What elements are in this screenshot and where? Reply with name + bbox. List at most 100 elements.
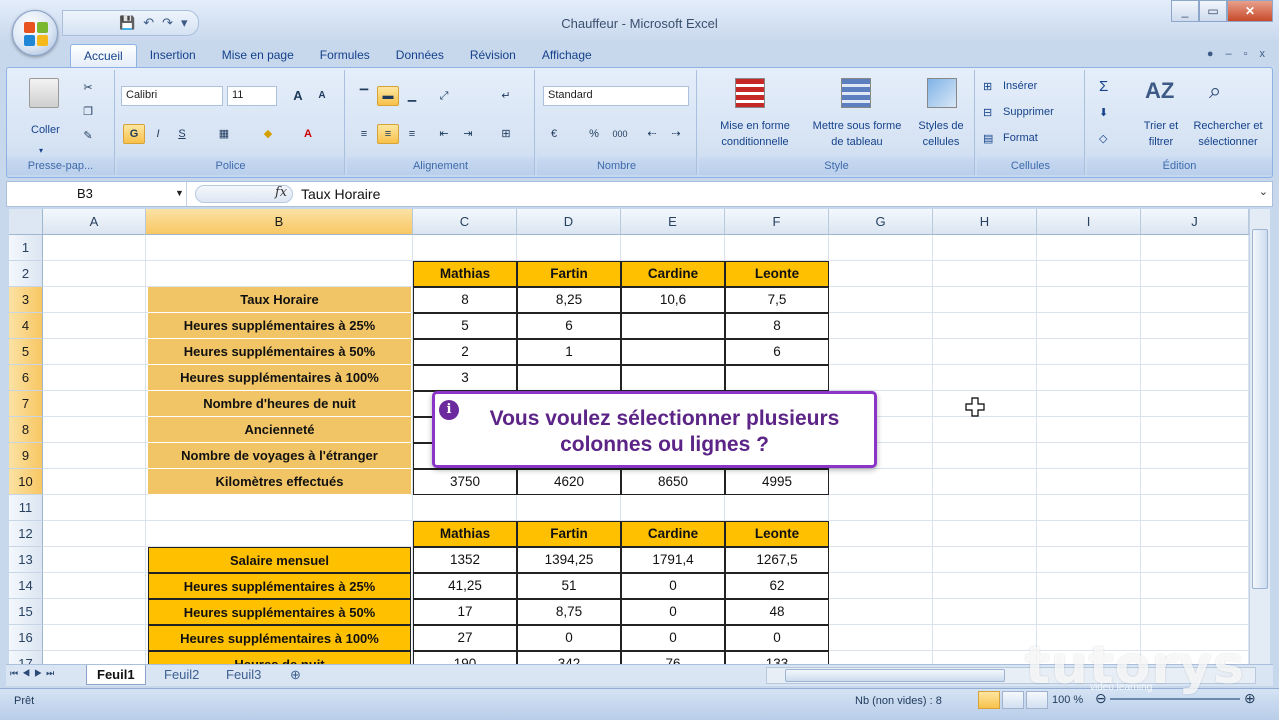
fill-color-icon[interactable]: ◆	[257, 124, 279, 144]
sheet-tab-feuil3[interactable]: Feuil3	[216, 665, 271, 685]
row-header-10[interactable]: 10	[9, 469, 43, 495]
grow-font-button[interactable]: A	[287, 86, 309, 106]
row-label-cell[interactable]: Heures supplémentaires à 50%	[148, 599, 411, 625]
table-header-cell[interactable]: Cardine	[621, 521, 725, 547]
align-center-icon[interactable]: ≡	[377, 124, 399, 144]
table-value-cell[interactable]: 0	[621, 625, 725, 651]
table-value-cell[interactable]: 342	[517, 651, 621, 664]
name-box[interactable]: B3	[7, 182, 187, 206]
row-header-3[interactable]: 3	[9, 287, 43, 313]
table-value-cell[interactable]: 8	[413, 287, 517, 313]
table-value-cell[interactable]: 17	[413, 599, 517, 625]
table-value-cell[interactable]: 190	[413, 651, 517, 664]
row-label-cell[interactable]: Nombre d'heures de nuit	[148, 391, 411, 417]
table-value-cell[interactable]: 27	[413, 625, 517, 651]
table-value-cell[interactable]: 0	[725, 625, 829, 651]
tab-donnees[interactable]: Données	[383, 44, 457, 68]
vertical-scrollbar[interactable]	[1249, 209, 1270, 664]
table-value-cell[interactable]: 3750	[413, 469, 517, 495]
decrease-indent-icon[interactable]: ⇤	[433, 124, 455, 144]
insert-function-button[interactable]: fx	[275, 185, 287, 200]
align-middle-icon[interactable]: ▬	[377, 86, 399, 106]
table-header-cell[interactable]: Leonte	[725, 521, 829, 547]
workbook-minimize-button[interactable]: –	[1225, 48, 1231, 60]
row-label-cell[interactable]: Taux Horaire	[148, 287, 411, 313]
workbook-close-button[interactable]: x	[1260, 48, 1266, 60]
row-header-4[interactable]: 4	[9, 313, 43, 339]
merge-center-icon[interactable]: ⊞	[495, 124, 517, 144]
sheet-tab-feuil1[interactable]: Feuil1	[86, 665, 146, 685]
table-value-cell[interactable]: 2	[413, 339, 517, 365]
column-header-d[interactable]: D	[517, 209, 621, 235]
font-name-select[interactable]: Calibri	[121, 86, 223, 106]
table-value-cell[interactable]: 8650	[621, 469, 725, 495]
page-layout-view-button[interactable]	[1002, 691, 1024, 709]
tab-insertion[interactable]: Insertion	[137, 44, 209, 68]
sort-filter-button-line2[interactable]: filtrer	[1131, 136, 1191, 148]
zoom-slider[interactable]	[1110, 698, 1240, 700]
table-value-cell[interactable]: 1791,4	[621, 547, 725, 573]
table-header-cell[interactable]: Mathias	[413, 521, 517, 547]
font-color-icon[interactable]: A	[297, 124, 319, 144]
number-format-select[interactable]: Standard	[543, 86, 689, 106]
row-label-cell[interactable]: Ancienneté	[148, 417, 411, 443]
sort-filter-icon[interactable]: AZ	[1145, 78, 1175, 108]
table-value-cell[interactable]: 4620	[517, 469, 621, 495]
table-value-cell[interactable]: 0	[517, 625, 621, 651]
row-header-6[interactable]: 6	[9, 365, 43, 391]
row-header-2[interactable]: 2	[9, 261, 43, 287]
close-button[interactable]: ✕	[1227, 0, 1273, 22]
table-value-cell[interactable]: 48	[725, 599, 829, 625]
table-value-cell[interactable]	[621, 365, 725, 391]
table-value-cell[interactable]: 6	[517, 313, 621, 339]
table-value-cell[interactable]: 3	[413, 365, 517, 391]
row-label-cell[interactable]: Heures supplémentaires à 50%	[148, 339, 411, 365]
decrease-decimal-icon[interactable]: ⇢	[665, 124, 687, 144]
table-value-cell[interactable]: 133	[725, 651, 829, 664]
column-header-i[interactable]: I	[1037, 209, 1141, 235]
tab-revision[interactable]: Révision	[457, 44, 529, 68]
insert-cells-button[interactable]: Insérer	[1003, 80, 1037, 92]
help-icon[interactable]: ●	[1207, 48, 1214, 60]
align-bottom-icon[interactable]: ▁	[401, 86, 423, 106]
orientation-icon[interactable]: ⤢	[433, 86, 455, 106]
autosum-button[interactable]: Σ	[1099, 78, 1108, 95]
align-right-icon[interactable]: ≡	[401, 124, 423, 144]
restore-button[interactable]: ▭	[1199, 0, 1227, 22]
sort-filter-button[interactable]: Trier et	[1131, 120, 1191, 132]
table-value-cell[interactable]: 1352	[413, 547, 517, 573]
column-header-j[interactable]: J	[1141, 209, 1249, 235]
table-value-cell[interactable]	[621, 339, 725, 365]
row-header-11[interactable]: 11	[9, 495, 43, 521]
table-value-cell[interactable]: 0	[621, 599, 725, 625]
table-header-cell[interactable]: Leonte	[725, 261, 829, 287]
table-value-cell[interactable]: 8	[725, 313, 829, 339]
insert-sheet-icon[interactable]: ⊕	[280, 665, 311, 685]
row-header-13[interactable]: 13	[9, 547, 43, 573]
format-cells-button[interactable]: Format	[1003, 132, 1038, 144]
row-header-17[interactable]: 17	[9, 651, 43, 664]
table-value-cell[interactable]: 41,25	[413, 573, 517, 599]
minimize-button[interactable]: _	[1171, 0, 1199, 22]
paste-icon[interactable]	[29, 78, 59, 108]
align-top-icon[interactable]: ▔	[353, 86, 375, 106]
tab-affichage[interactable]: Affichage	[529, 44, 605, 68]
find-select-button[interactable]: Rechercher et	[1185, 120, 1271, 132]
row-header-7[interactable]: 7	[9, 391, 43, 417]
table-value-cell[interactable]: 51	[517, 573, 621, 599]
table-value-cell[interactable]: 6	[725, 339, 829, 365]
conditional-format-icon[interactable]	[735, 78, 765, 108]
row-label-cell[interactable]: Kilomètres effectués	[148, 469, 411, 495]
vertical-scroll-thumb[interactable]	[1252, 229, 1268, 589]
underline-button[interactable]: S	[171, 124, 193, 144]
cell-styles-button[interactable]: Styles de	[909, 120, 973, 132]
conditional-format-button-line2[interactable]: conditionnelle	[705, 136, 805, 148]
table-value-cell[interactable]	[725, 365, 829, 391]
font-size-select[interactable]: 11	[227, 86, 277, 106]
tab-mise-en-page[interactable]: Mise en page	[209, 44, 307, 68]
table-value-cell[interactable]: 8,75	[517, 599, 621, 625]
clear-icon[interactable]: ◇	[1099, 132, 1107, 145]
shrink-font-button[interactable]: A	[311, 86, 333, 106]
cell-styles-button-line2[interactable]: cellules	[909, 136, 973, 148]
workbook-restore-button[interactable]: ▫	[1244, 48, 1248, 60]
